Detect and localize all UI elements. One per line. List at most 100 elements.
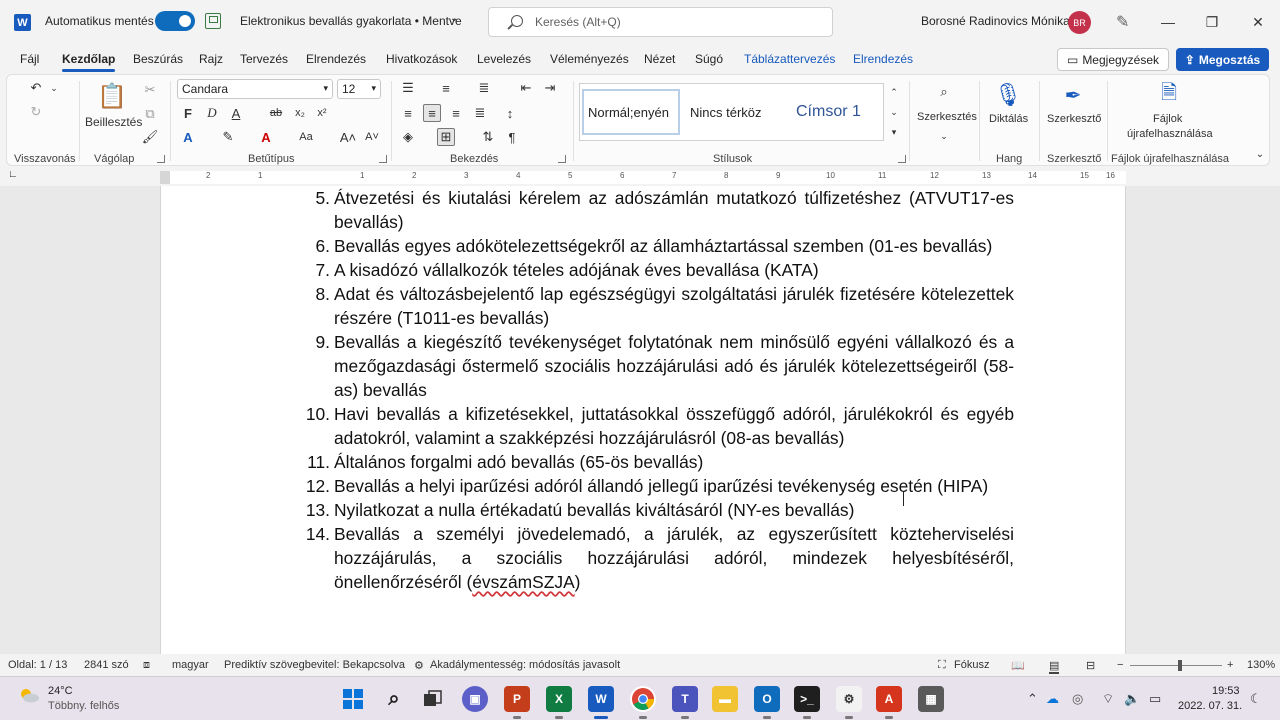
superscript-icon[interactable]: x²	[313, 104, 331, 122]
font-size-select[interactable]: 12 ▾	[337, 79, 381, 99]
wifi-icon[interactable]: ⌔	[1102, 691, 1114, 707]
restore-icon[interactable]: ❐	[1200, 10, 1224, 34]
justify-icon[interactable]: ≣	[471, 104, 489, 122]
focus-icon[interactable]: ⛶	[938, 659, 946, 672]
format-painter-icon[interactable]: 🖌	[141, 128, 159, 146]
predictive-text-status[interactable]: Prediktív szövegbevitel: Bekapcsolva	[224, 659, 405, 671]
powerpoint-icon[interactable]: P	[504, 686, 530, 719]
bold-button[interactable]: F	[179, 104, 197, 122]
list-item[interactable]: 5. Átvezetési és kiutalási kérelem az adó…	[315, 186, 1014, 234]
redo-icon[interactable]: ↻	[27, 103, 45, 121]
page-count[interactable]: Oldal: 1 / 13	[8, 659, 67, 671]
tab-draw[interactable]: Rajz	[199, 52, 223, 66]
print-layout-icon[interactable]: ▤	[1049, 659, 1060, 674]
paste-icon[interactable]: 📋	[97, 79, 127, 113]
file-explorer-icon[interactable]: ▬	[712, 686, 738, 712]
styles-more-icon[interactable]: ▾	[885, 123, 903, 141]
grow-font-icon[interactable]: A˄	[339, 128, 357, 146]
multilevel-list-icon[interactable]: ≣	[475, 79, 493, 97]
highlight-icon[interactable]: ✎	[219, 128, 237, 146]
align-left-icon[interactable]: ≡	[399, 104, 417, 122]
tab-home[interactable]: Kezdőlap	[62, 52, 116, 72]
strikethrough-icon[interactable]: ab	[267, 104, 285, 122]
save-icon[interactable]	[205, 13, 221, 29]
search-icon[interactable]: ⌕	[381, 686, 407, 712]
list-item[interactable]: 11. Általános forgalmi adó bevallás (65-ö…	[307, 450, 1014, 474]
microphone-icon[interactable]: 🎙	[994, 81, 1022, 109]
increase-indent-icon[interactable]: ⇥	[541, 79, 559, 97]
paragraph-launcher-icon[interactable]	[558, 155, 566, 163]
style-normal[interactable]: Normál;enyén	[582, 89, 680, 135]
focus-mode[interactable]: Fókusz	[954, 659, 989, 671]
show-marks-icon[interactable]: ¶	[503, 128, 521, 146]
volume-icon[interactable]: 🔈	[1124, 691, 1140, 707]
decrease-indent-icon[interactable]: ⇤	[517, 79, 535, 97]
tab-review[interactable]: Véleményezés	[550, 52, 629, 66]
weather-description[interactable]: Többny. felhős	[48, 700, 119, 712]
line-spacing-icon[interactable]: ↕	[501, 104, 519, 122]
zoom-slider-thumb[interactable]	[1178, 660, 1182, 671]
reuse-files-label-1[interactable]: Fájlok	[1153, 113, 1182, 125]
editor-button[interactable]: Szerkesztő	[1047, 113, 1101, 125]
chevron-down-icon[interactable]: ⌄	[45, 79, 63, 97]
excel-icon[interactable]: X	[546, 686, 572, 719]
clock-date[interactable]: 2022. 07. 31.	[1178, 700, 1242, 712]
document-title[interactable]: Elektronikus bevallás gyakorlata • Mentv…	[240, 14, 462, 28]
tab-design[interactable]: Tervezés	[240, 52, 288, 66]
list-item[interactable]: 14. Bevallás a személyi jövedelemadó, a j…	[306, 522, 1014, 594]
shading-icon[interactable]: ◈	[399, 128, 417, 146]
underline-button[interactable]: A	[227, 104, 245, 122]
sort-icon[interactable]: ⇅	[479, 128, 497, 146]
read-mode-icon[interactable]: 📖	[1011, 659, 1025, 672]
font-color-icon[interactable]: A	[257, 128, 275, 146]
onedrive-icon[interactable]: ☁	[1046, 691, 1059, 707]
proofing-icon[interactable]: ⧈	[143, 659, 150, 672]
task-view-icon[interactable]	[420, 686, 446, 712]
chevron-down-icon[interactable]: ⌄	[450, 13, 458, 24]
tray-app-icon[interactable]: ◎	[1072, 691, 1083, 707]
tab-layout[interactable]: Elrendezés	[306, 52, 366, 66]
shrink-font-icon[interactable]: A˅	[363, 128, 381, 146]
tab-table-layout[interactable]: Elrendezés	[853, 52, 913, 66]
italic-button[interactable]: D	[203, 104, 221, 122]
notifications-icon[interactable]: ☾	[1250, 691, 1262, 707]
autosave-toggle[interactable]	[155, 11, 195, 31]
zoom-slider-track[interactable]	[1130, 665, 1222, 666]
accessibility-status[interactable]: Akadálymentesség: módosítás javasolt	[430, 659, 620, 671]
horizontal-ruler[interactable]: 2 1 1 2 3 4 5 6 7 8 9 10 11 12 13 14 15 …	[160, 171, 1126, 184]
tab-table-design[interactable]: Táblázattervezés	[744, 52, 835, 66]
dictate-button[interactable]: Diktálás	[989, 113, 1028, 125]
text-effects-icon[interactable]: A	[179, 128, 197, 146]
spelling-error-mark[interactable]: évszámSZJA	[472, 572, 574, 592]
acrobat-icon[interactable]: A	[876, 686, 902, 719]
comments-button[interactable]: ▭ Megjegyzések	[1057, 48, 1169, 71]
app-icon[interactable]: ⚙	[836, 686, 862, 719]
zoom-out-icon[interactable]: −	[1117, 659, 1123, 671]
user-name[interactable]: Borosné Radinovics Mónika	[921, 14, 1070, 28]
language[interactable]: magyar	[172, 659, 209, 671]
weather-temperature[interactable]: 24°C	[48, 685, 73, 697]
teams-icon[interactable]: T	[672, 686, 698, 719]
align-center-icon[interactable]: ≡	[423, 104, 441, 122]
list-item[interactable]: 7. A kisadózó vállalkozók tételes adójána…	[315, 258, 1014, 282]
share-button[interactable]: ⇪ Megosztás	[1176, 48, 1269, 71]
collapse-ribbon-icon[interactable]: ⌄	[1251, 145, 1269, 163]
terminal-icon[interactable]: >_	[794, 686, 820, 719]
style-no-spacing[interactable]: Nincs térköz	[690, 89, 780, 135]
list-item[interactable]: 13. Nyilatkozat a nulla értékadatú bevall…	[306, 498, 1014, 522]
editor-icon[interactable]: ✒	[1061, 81, 1085, 109]
word-count[interactable]: 2841 szó	[84, 659, 129, 671]
search-input[interactable]: Keresés (Alt+Q)	[488, 7, 833, 37]
undo-icon[interactable]: ↶	[27, 79, 45, 97]
document-page[interactable]: 5. Átvezetési és kiutalási kérelem az adó…	[160, 186, 1126, 654]
zoom-in-icon[interactable]: +	[1227, 659, 1233, 671]
word-icon[interactable]: W	[588, 686, 614, 719]
borders-icon[interactable]: ⊞	[437, 128, 455, 146]
font-launcher-icon[interactable]	[379, 155, 387, 163]
chrome-icon[interactable]	[630, 686, 656, 719]
numbering-icon[interactable]: ≡	[437, 79, 455, 97]
styles-scroll-down-icon[interactable]: ⌄	[885, 103, 903, 121]
bullets-icon[interactable]: ☰	[399, 79, 417, 97]
styles-launcher-icon[interactable]	[898, 155, 906, 163]
close-icon[interactable]: ✕	[1246, 10, 1270, 34]
